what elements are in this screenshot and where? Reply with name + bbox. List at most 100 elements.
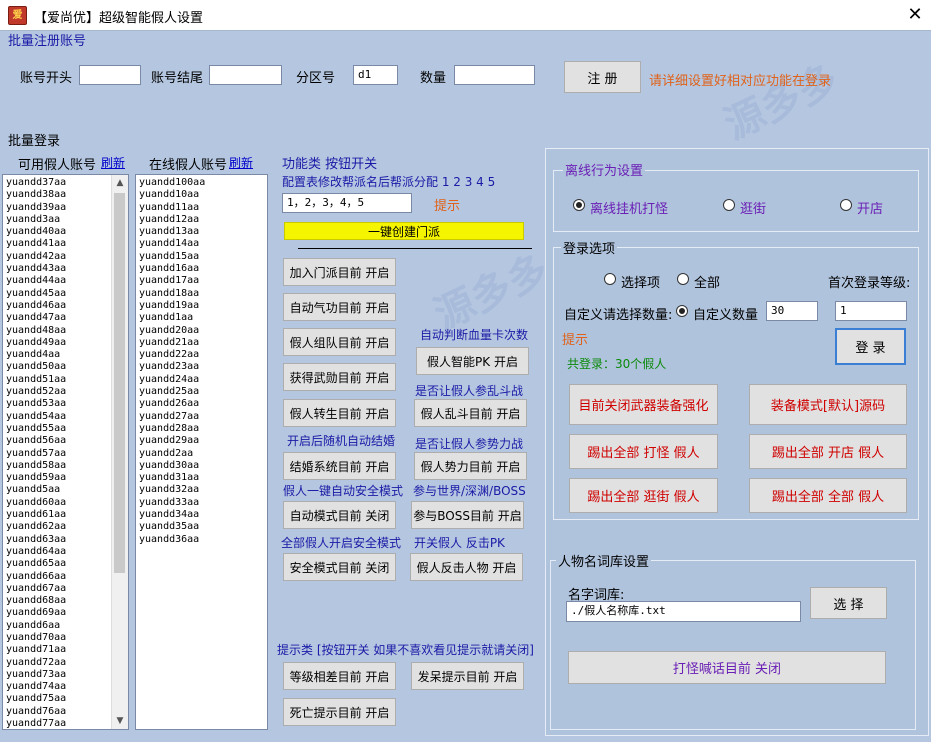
online-account-item[interactable]: yuandd14aa [139, 238, 205, 250]
create-faction-button[interactable]: 一键创建门派 [284, 222, 524, 240]
force-button[interactable]: 假人势力目前 开启 [414, 452, 527, 480]
available-account-item[interactable]: yuandd60aa [6, 497, 66, 509]
login-button[interactable]: 登 录 [835, 328, 906, 365]
idle-tip-button[interactable]: 发呆提示目前 开启 [411, 662, 524, 690]
register-button[interactable]: 注 册 [564, 61, 641, 93]
available-account-item[interactable]: yuandd49aa [6, 337, 66, 349]
custom-count-input[interactable]: 30 [766, 301, 818, 321]
available-account-item[interactable]: yuandd52aa [6, 386, 66, 398]
level-tip-button[interactable]: 等级相差目前 开启 [283, 662, 396, 690]
available-account-item[interactable]: yuandd40aa [6, 226, 66, 238]
available-accounts-list[interactable]: yuandd37aa yuandd38aa yuandd39aa yuandd3aa y… [2, 174, 129, 730]
available-account-item[interactable]: yuandd67aa [6, 583, 66, 595]
scroll-down-icon[interactable]: ▼ [112, 713, 128, 729]
kick-all-button[interactable]: 踢出全部 全部 假人 [749, 478, 907, 513]
names-select-button[interactable]: 选 择 [810, 587, 887, 619]
available-account-item[interactable]: yuandd38aa [6, 189, 66, 201]
online-account-item[interactable]: yuandd33aa [139, 497, 205, 509]
available-account-item[interactable]: yuandd69aa [6, 607, 66, 619]
offline-radio-street[interactable] [723, 199, 735, 211]
online-account-item[interactable]: yuandd35aa [139, 521, 205, 533]
rebirth-button[interactable]: 假人转生目前 开启 [283, 399, 396, 427]
scroll-up-icon[interactable]: ▲ [112, 175, 128, 191]
online-account-item[interactable]: yuandd36aa [139, 534, 205, 546]
available-account-item[interactable]: yuandd37aa [6, 177, 66, 189]
available-account-item[interactable]: yuandd59aa [6, 472, 66, 484]
available-account-item[interactable]: yuandd51aa [6, 374, 66, 386]
online-account-item[interactable]: yuandd24aa [139, 374, 205, 386]
available-account-item[interactable]: yuandd41aa [6, 238, 66, 250]
smart-pk-button[interactable]: 假人智能PK 开启 [416, 347, 529, 375]
offline-radio-shop[interactable] [840, 199, 852, 211]
boss-button[interactable]: 参与BOSS目前 开启 [411, 501, 524, 529]
join-faction-button[interactable]: 加入门派目前 开启 [283, 258, 396, 286]
online-account-item[interactable]: yuandd20aa [139, 325, 205, 337]
online-account-item[interactable]: yuandd34aa [139, 509, 205, 521]
available-account-item[interactable]: yuandd39aa [6, 202, 66, 214]
available-account-item[interactable]: yuandd77aa [6, 718, 66, 729]
available-list-scrollbar[interactable]: ▲ ▼ [111, 175, 128, 729]
available-account-item[interactable]: yuandd73aa [6, 669, 66, 681]
available-account-item[interactable]: yuandd63aa [6, 534, 66, 546]
online-account-item[interactable]: yuandd28aa [139, 423, 205, 435]
count-input[interactable] [454, 65, 535, 85]
available-account-item[interactable]: yuandd48aa [6, 325, 66, 337]
available-account-item[interactable]: yuandd74aa [6, 681, 66, 693]
available-account-item[interactable]: yuandd64aa [6, 546, 66, 558]
auto-mode-button[interactable]: 自动模式目前 关闭 [283, 501, 396, 529]
available-refresh-link[interactable]: 刷新 [101, 154, 125, 171]
online-account-item[interactable]: yuandd15aa [139, 251, 205, 263]
available-account-item[interactable]: yuandd61aa [6, 509, 66, 521]
online-account-item[interactable]: yuandd10aa [139, 189, 205, 201]
available-account-item[interactable]: yuandd56aa [6, 435, 66, 447]
online-account-item[interactable]: yuandd11aa [139, 202, 205, 214]
available-account-item[interactable]: yuandd72aa [6, 657, 66, 669]
available-account-item[interactable]: yuandd3aa [6, 214, 66, 226]
kick-street-button[interactable]: 踢出全部 逛街 假人 [569, 478, 718, 513]
close-icon[interactable]: ✕ [900, 2, 930, 28]
online-account-item[interactable]: yuandd32aa [139, 484, 205, 496]
online-accounts-list[interactable]: yuandd100aa yuandd10aa yuandd11aa yuandd12a… [135, 174, 268, 730]
kick-monster-button[interactable]: 踢出全部 打怪 假人 [569, 434, 718, 469]
safe-mode-button[interactable]: 安全模式目前 关闭 [283, 553, 396, 581]
weapon-enhance-button[interactable]: 目前关闭武器装备强化 [569, 384, 718, 425]
online-account-item[interactable]: yuandd26aa [139, 398, 205, 410]
scroll-thumb[interactable] [114, 193, 125, 573]
available-account-item[interactable]: yuandd42aa [6, 251, 66, 263]
online-account-item[interactable]: yuandd22aa [139, 349, 205, 361]
available-account-item[interactable]: yuandd47aa [6, 312, 66, 324]
first-level-input[interactable]: 1 [835, 301, 907, 321]
online-account-item[interactable]: yuandd100aa [139, 177, 205, 189]
available-account-item[interactable]: yuandd6aa [6, 620, 66, 632]
available-account-item[interactable]: yuandd66aa [6, 571, 66, 583]
available-account-item[interactable]: yuandd76aa [6, 706, 66, 718]
online-account-item[interactable]: yuandd1aa [139, 312, 205, 324]
online-account-item[interactable]: yuandd18aa [139, 288, 205, 300]
online-account-item[interactable]: yuandd16aa [139, 263, 205, 275]
online-account-item[interactable]: yuandd13aa [139, 226, 205, 238]
available-account-item[interactable]: yuandd68aa [6, 595, 66, 607]
equip-mode-button[interactable]: 装备模式[默认]源码 [749, 384, 907, 425]
available-account-item[interactable]: yuandd75aa [6, 693, 66, 705]
auto-qigong-button[interactable]: 自动气功目前 开启 [283, 293, 396, 321]
available-account-item[interactable]: yuandd70aa [6, 632, 66, 644]
radio-custom[interactable] [676, 305, 688, 317]
online-account-item[interactable]: yuandd27aa [139, 411, 205, 423]
honor-button[interactable]: 获得武勋目前 开启 [283, 363, 396, 391]
available-account-item[interactable]: yuandd44aa [6, 275, 66, 287]
party-button[interactable]: 假人组队目前 开启 [283, 328, 396, 356]
available-account-item[interactable]: yuandd53aa [6, 398, 66, 410]
available-account-item[interactable]: yuandd54aa [6, 411, 66, 423]
config-input[interactable]: 1，2，3，4，5 [282, 193, 412, 213]
online-account-item[interactable]: yuandd17aa [139, 275, 205, 287]
suffix-input[interactable] [209, 65, 282, 85]
death-tip-button[interactable]: 死亡提示目前 开启 [283, 698, 396, 726]
kick-shop-button[interactable]: 踢出全部 开店 假人 [749, 434, 907, 469]
zone-input[interactable]: d1 [353, 65, 398, 85]
available-account-item[interactable]: yuandd65aa [6, 558, 66, 570]
counter-button[interactable]: 假人反击人物 开启 [410, 553, 523, 581]
online-account-item[interactable]: yuandd31aa [139, 472, 205, 484]
available-account-item[interactable]: yuandd46aa [6, 300, 66, 312]
online-refresh-link[interactable]: 刷新 [229, 154, 253, 171]
available-account-item[interactable]: yuandd43aa [6, 263, 66, 275]
